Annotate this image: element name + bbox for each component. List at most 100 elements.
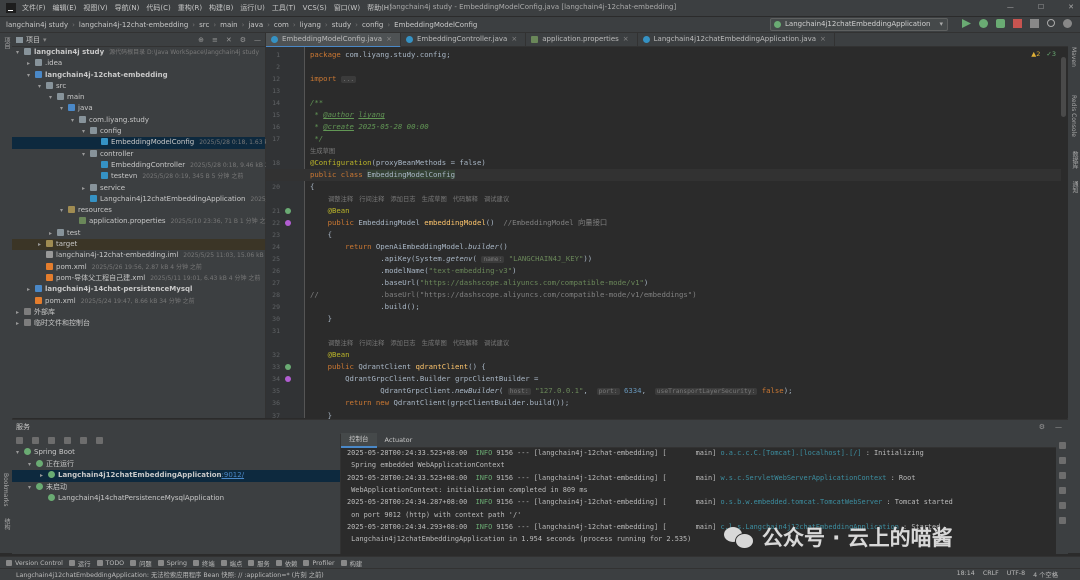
run-icon[interactable] [962,19,971,28]
ai-lens-action[interactable]: 调试建议 [484,196,509,203]
breadcrumb-item[interactable]: main [220,21,238,29]
inspection-widget[interactable]: ▲2 ✓3 [1031,50,1056,58]
expand-arrow-icon[interactable]: ▾ [16,47,24,58]
hide-icon[interactable]: — [1055,423,1062,431]
scroll-to-end-icon[interactable] [1058,487,1066,494]
project-tree-row[interactable]: ▾ java [12,103,265,114]
expand-arrow-icon[interactable]: ▾ [82,149,90,160]
expand-arrow-icon[interactable]: ▸ [27,58,35,69]
scroll-down-icon[interactable] [1058,457,1066,464]
editor-scrollbar[interactable] [1061,57,1066,117]
project-tree-row[interactable]: ▾ config [12,126,265,137]
tool-window-tab[interactable]: 依赖 [275,559,297,568]
project-tree-row[interactable]: ▸ 临时文件和控制台 [12,318,265,329]
settings-icon[interactable] [1063,19,1072,28]
gear-icon[interactable]: ⚙ [240,36,246,44]
expand-arrow-icon[interactable]: ▸ [82,183,90,194]
menu-item[interactable]: 视图(V) [83,4,107,12]
breadcrumb-item[interactable]: src [199,21,209,29]
expand-arrow-icon[interactable]: ▸ [38,239,46,250]
menu-item[interactable]: 运行(U) [240,4,265,12]
breadcrumb-item[interactable]: EmbeddingModelConfig [394,21,477,29]
ai-lens-action[interactable]: 调整注释 [328,196,353,203]
services-tree-row[interactable]: Langchain4j14chatPersistenceMysqlApplica… [12,493,340,505]
project-tree-row[interactable]: langchain4j-12chat-embedding.iml 2025/5/2… [12,250,265,261]
bean-icon[interactable] [285,364,291,371]
tool-window-tab[interactable]: TODO [96,560,124,567]
tool-window-tab[interactable]: 构建 [340,559,362,568]
filter-icon[interactable] [64,437,71,444]
ai-lens-action[interactable]: 添加日志 [390,196,415,203]
project-tree-row[interactable]: ▾ src [12,81,265,92]
console-tab[interactable]: Actuator [377,434,421,447]
ai-lens-action[interactable]: 行间注释 [359,196,384,203]
breadcrumb-item[interactable]: liyang [300,21,321,29]
rerun-icon[interactable] [996,19,1005,28]
expand-arrow-icon[interactable]: ▾ [71,115,79,126]
project-tree-row[interactable]: ▾ langchain4j-12chat-embedding [12,70,265,81]
project-tree-row[interactable]: ▾ com.liyang.study [12,115,265,126]
project-tree-row[interactable]: pom-导体父工程自己建.xml 2025/5/11 19:01, 6.43 kB… [12,273,265,284]
soft-wrap-icon[interactable] [1058,472,1066,479]
editor-tab[interactable]: EmbeddingController.java × [401,33,527,46]
expand-arrow-icon[interactable]: ▸ [16,318,24,329]
structure-tool-tab[interactable]: 结构 [2,518,11,530]
project-tree-row[interactable]: ▾ controller [12,149,265,160]
close-tab-icon[interactable]: × [820,35,826,43]
run-configuration-select[interactable]: Langchain4j12chatEmbeddingApplication ▾ [770,18,948,31]
project-tree-row[interactable]: ▸ langchain4j-14chat-persistenceMysql [12,284,265,295]
close-icon[interactable]: ✕ [1068,3,1074,11]
service-port-link[interactable]: :9012/ [222,471,245,479]
editor-tab[interactable]: application.properties × [526,33,638,46]
print-icon[interactable] [1058,502,1066,509]
ai-lens-action[interactable]: 代码解释 [453,196,478,203]
add-service-icon[interactable] [96,437,103,444]
expand-arrow-icon[interactable]: ▸ [49,228,57,239]
expand-arrow-icon[interactable]: ▸ [27,284,35,295]
code-editor[interactable]: 1212131415161718192021222324252627282930… [266,47,1068,420]
implementation-icon[interactable] [285,376,291,383]
ai-lens-action[interactable]: 生成草图 [422,196,447,203]
ai-lens-action[interactable]: 调整注释 [328,340,353,347]
project-tree-row[interactable]: ▸ test [12,228,265,239]
search-icon[interactable] [1047,19,1055,27]
menu-item[interactable]: VCS(S) [303,4,327,12]
scroll-up-icon[interactable] [1058,442,1066,449]
expand-arrow-icon[interactable]: ▾ [60,205,68,216]
project-tree-row[interactable]: EmbeddingController 2025/5/28 0:18, 9.46 … [12,160,297,171]
tool-window-tab[interactable]: 服务 [248,559,270,568]
tool-window-tab[interactable]: Spring [157,560,187,567]
expand-arrow-icon[interactable]: ▾ [49,92,57,103]
caret-position[interactable]: 18:14 [957,570,975,579]
project-tree-row[interactable]: pom.xml 2025/5/26 19:56, 2.87 kB 4 分钟 之前 [12,262,265,273]
locate-icon[interactable]: ⊕ [198,36,204,44]
minimize-icon[interactable]: — [1007,3,1014,11]
breadcrumb-item[interactable]: java [248,21,263,29]
project-tree-row[interactable]: testevn 2025/5/28 0:19, 345 B 5 分钟 之前 [12,171,265,182]
menu-item[interactable]: 帮助(H) [367,4,392,12]
expand-arrow-icon[interactable]: ▸ [16,307,24,318]
tool-window-tab[interactable]: 运行 [68,559,91,568]
menu-item[interactable]: 重构(R) [178,4,202,12]
editor-tab[interactable]: EmbeddingModelConfig.java × [266,33,401,48]
close-tab-icon[interactable]: × [511,35,517,43]
maximize-icon[interactable]: ☐ [1038,3,1044,11]
expand-arrow-icon[interactable]: ▾ [16,447,24,459]
expand-arrow-icon[interactable]: ▾ [60,103,68,114]
breadcrumb-item[interactable]: langchain4j-12chat-embedding [79,21,188,29]
implementation-icon[interactable] [285,220,291,227]
collapse-icon[interactable]: ≡ [212,36,218,44]
bookmarks-tool-tab[interactable]: Bookmarks [2,473,9,507]
project-tree-row[interactable]: ▾ langchain4j study 源代码根目录 D:\Java WorkSpa… [12,47,265,58]
expand-arrow-icon[interactable]: ▾ [82,126,90,137]
collapse-all-icon[interactable] [32,437,39,444]
line-separator[interactable]: CRLF [983,570,999,579]
clear-icon[interactable] [1058,517,1066,524]
hide-icon[interactable]: — [254,36,261,44]
close-tab-icon[interactable]: × [623,35,629,43]
menu-item[interactable]: 导航(N) [115,4,140,12]
project-tree-row[interactable]: ▾ resources [12,205,265,216]
maven-tool-tab[interactable]: Maven [1070,47,1077,67]
close-tab-icon[interactable]: × [386,35,392,43]
menu-item[interactable]: 代码(C) [146,4,170,12]
